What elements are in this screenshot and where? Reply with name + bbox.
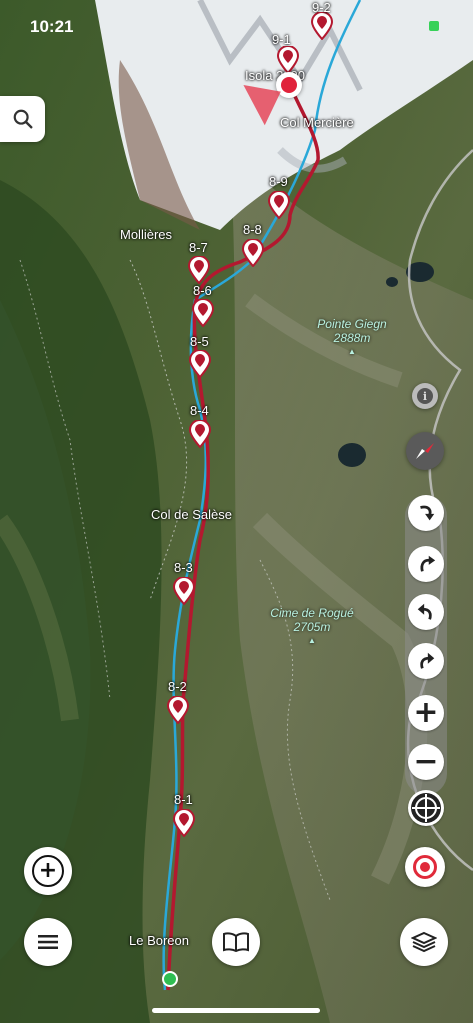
search-button[interactable]: [0, 96, 45, 142]
record-button[interactable]: [405, 847, 445, 887]
waypoint-label: 9-2: [312, 0, 331, 15]
plus-icon: +: [413, 695, 439, 730]
rotate-cw-icon: [420, 505, 435, 521]
search-icon: [13, 109, 32, 129]
waypoint-label: 8-2: [168, 679, 187, 694]
waypoint-label: 8-6: [193, 283, 212, 298]
peak-elevation: 2888m: [333, 331, 371, 345]
waypoint-label: 8-4: [190, 403, 209, 418]
place-label-mollieres: Mollières: [120, 227, 173, 242]
start-point-marker: [162, 971, 178, 987]
turn-right-icon: [420, 652, 435, 669]
peak-name: Cime de Rogué: [270, 606, 354, 620]
status-time: 10:21: [30, 17, 74, 36]
waypoint-marker[interactable]: [188, 419, 212, 449]
waypoint-label: 8-5: [190, 334, 209, 349]
crosshair-icon: [411, 793, 441, 823]
rotate-ccw-icon: [420, 555, 436, 572]
place-label-col-merciere: Col Mercière: [280, 115, 354, 130]
waypoint-label: 9-1: [272, 32, 291, 47]
waypoint-marker[interactable]: [166, 695, 190, 725]
recenter-button[interactable]: [408, 790, 444, 826]
battery-icon: [429, 21, 439, 31]
turn-left-button[interactable]: [408, 594, 444, 630]
waypoint-marker[interactable]: [188, 349, 212, 379]
waypoint-marker[interactable]: [191, 298, 215, 328]
peak-marker-icon: ▲: [348, 347, 356, 356]
waypoint-label: 8-8: [243, 222, 262, 237]
peak-marker-icon: ▲: [308, 636, 316, 645]
place-label-le-boreon: Le Boreon: [129, 933, 189, 948]
menu-button[interactable]: [24, 918, 72, 966]
rotate-ccw-button[interactable]: [408, 546, 444, 582]
layers-button[interactable]: [400, 918, 448, 966]
waypoint-marker[interactable]: [310, 11, 334, 41]
add-icon: +: [32, 855, 64, 887]
peak-elevation: 2705m: [293, 620, 331, 634]
compass-icon: [416, 443, 434, 459]
waypoint-marker[interactable]: [276, 45, 300, 75]
layers-icon: [411, 931, 437, 953]
place-label-col-de-salese: Col de Salèse: [151, 507, 232, 522]
waypoint-marker[interactable]: [172, 808, 196, 838]
waypoint-label: 8-3: [174, 560, 193, 575]
minus-icon: −: [413, 744, 439, 779]
record-icon: [413, 855, 437, 879]
peak-name: Pointe Giegn: [317, 317, 387, 331]
waypoint-label: 8-1: [174, 792, 193, 807]
peak-label: Cime de Rogué 2705m ▲: [262, 606, 362, 648]
home-indicator: [152, 1008, 320, 1013]
waypoint-marker[interactable]: [267, 190, 291, 220]
zoom-out-button[interactable]: −: [408, 744, 444, 780]
zoom-in-button[interactable]: +: [408, 695, 444, 731]
compass-button[interactable]: [406, 432, 444, 470]
waypoint-label: 8-9: [269, 174, 288, 189]
info-button[interactable]: i: [412, 383, 438, 409]
waypoint-marker[interactable]: [187, 255, 211, 285]
rotate-cw-button[interactable]: [408, 495, 444, 531]
menu-icon: [38, 935, 58, 949]
peak-label: Pointe Giegn 2888m ▲: [302, 317, 402, 359]
add-button[interactable]: +: [24, 847, 72, 895]
info-icon: i: [417, 388, 433, 404]
book-icon: [223, 932, 249, 952]
turn-right-button[interactable]: [408, 643, 444, 679]
direction-cone-icon: [237, 84, 281, 128]
guide-button[interactable]: [212, 918, 260, 966]
status-bar: 10:21: [0, 0, 473, 44]
turn-left-icon: [417, 603, 432, 620]
waypoint-label: 8-7: [189, 240, 208, 255]
waypoint-marker[interactable]: [241, 238, 265, 268]
waypoint-marker[interactable]: [172, 576, 196, 606]
